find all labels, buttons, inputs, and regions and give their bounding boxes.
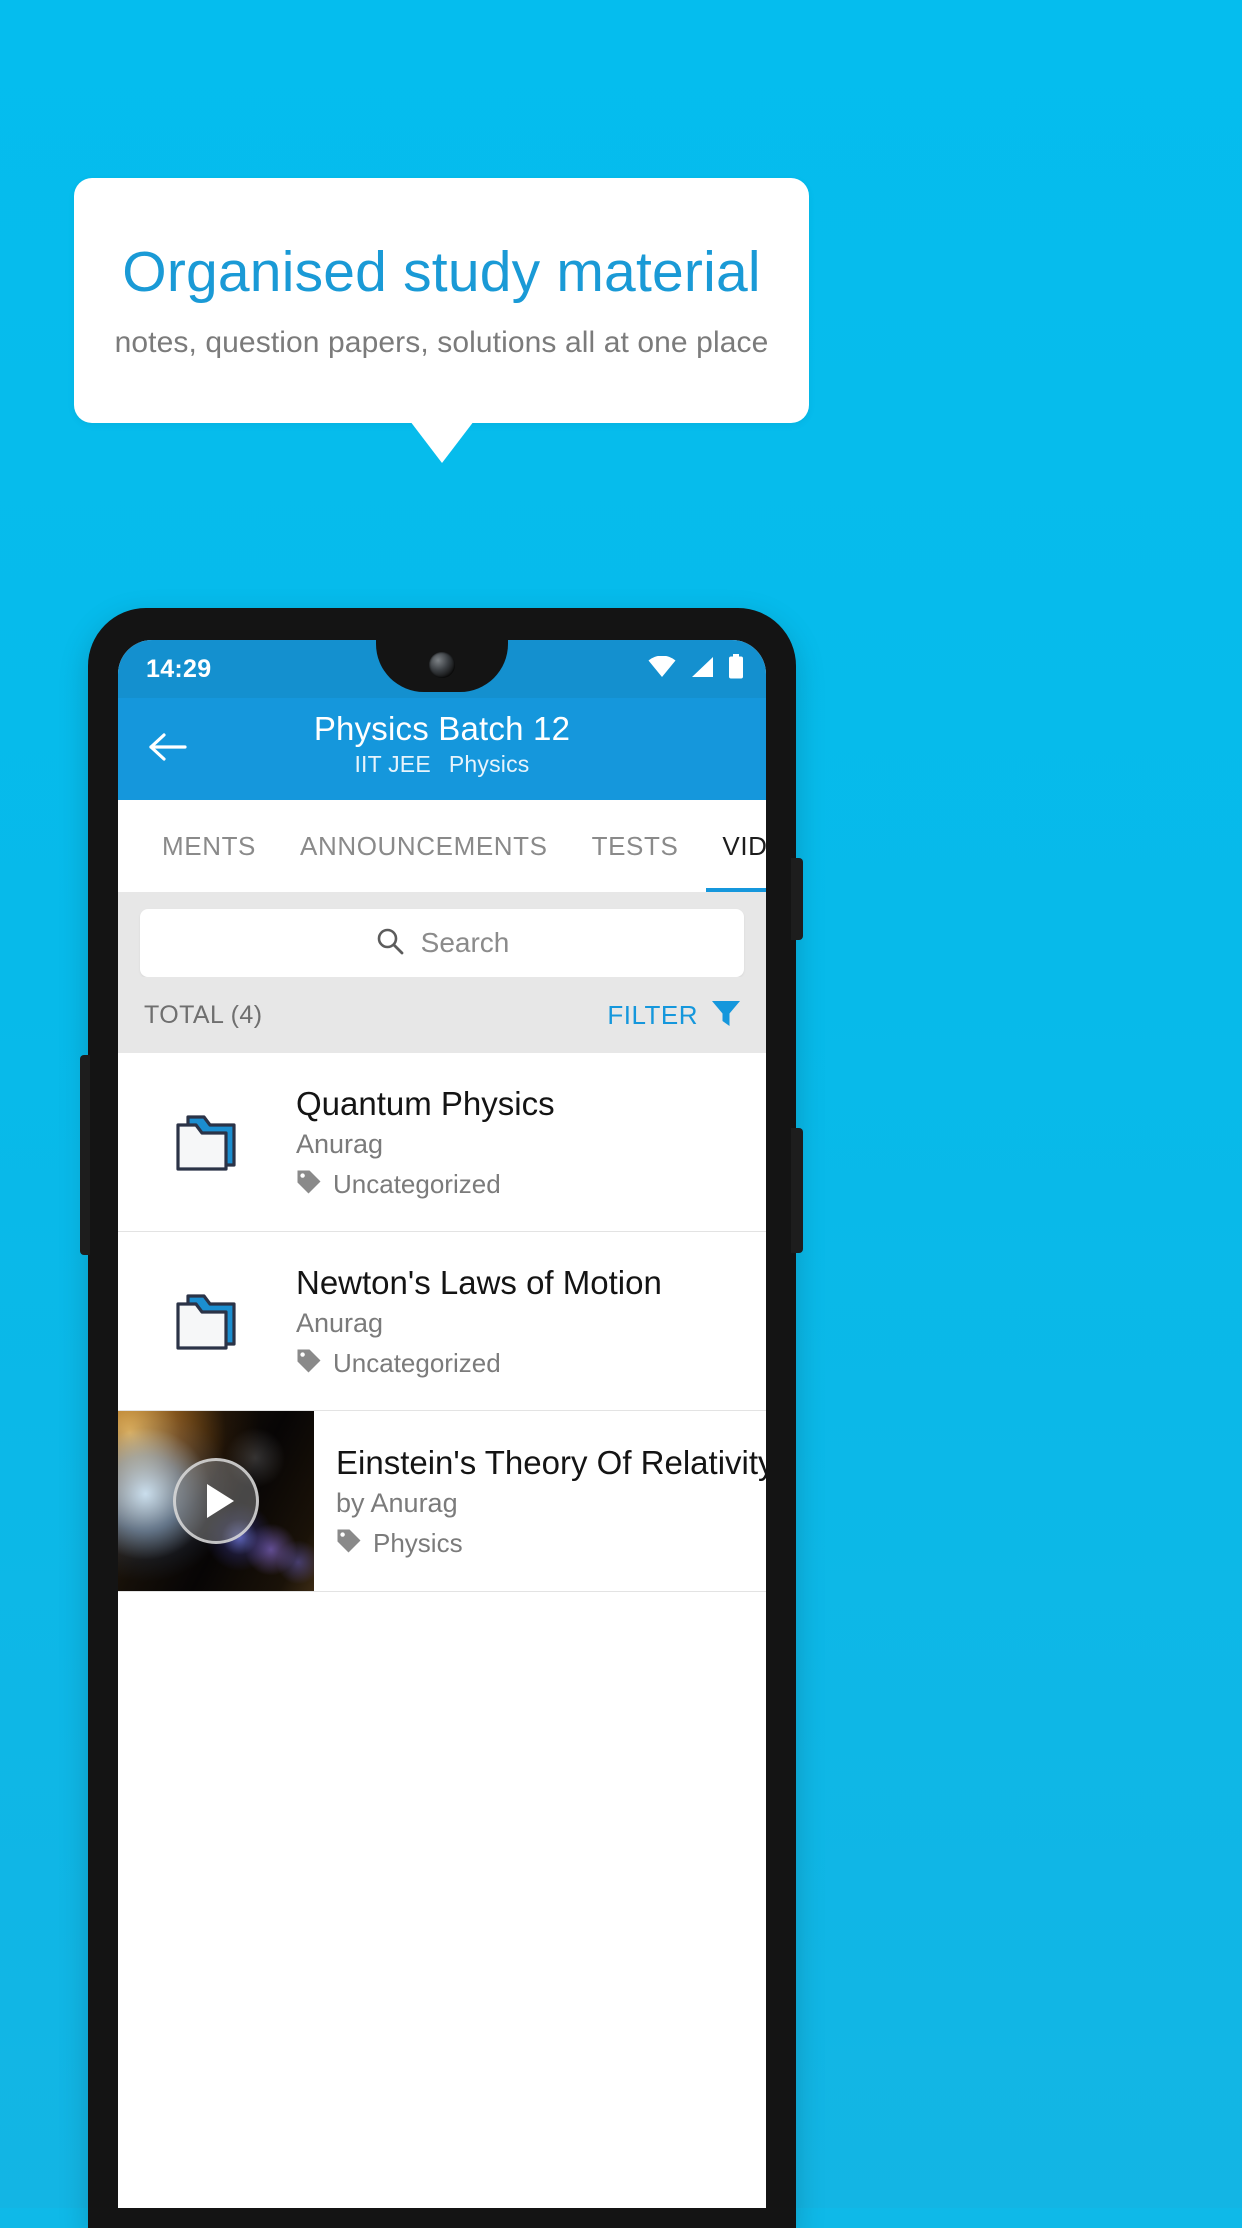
list-item-text: Einstein's Theory Of Relativity by Anura…	[314, 1411, 766, 1591]
status-bar-time: 14:29	[146, 654, 212, 683]
app-bar-titles: Physics Batch 12 IIT JEE Physics	[118, 708, 766, 778]
list-item-text: Newton's Laws of Motion Anurag Uncategor…	[296, 1263, 740, 1380]
search-input[interactable]: Search	[140, 909, 744, 977]
list-item[interactable]: Einstein's Theory Of Relativity by Anura…	[118, 1411, 766, 1592]
list-item-author: by Anurag	[336, 1488, 458, 1519]
list-item-author: Anurag	[296, 1129, 384, 1160]
play-icon[interactable]	[173, 1458, 259, 1544]
list-item[interactable]: Newton's Laws of Motion Anurag Uncategor…	[118, 1232, 766, 1411]
phone-notch	[376, 640, 508, 692]
folder-icon	[118, 1288, 296, 1354]
phone-volume-button	[80, 1055, 90, 1255]
video-thumbnail[interactable]	[118, 1411, 314, 1591]
list-item[interactable]: Quantum Physics Anurag Uncategorized	[118, 1053, 766, 1232]
promo-subtitle: notes, question papers, solutions all at…	[114, 325, 769, 359]
list-toolbar: TOTAL (4) FILTER	[118, 977, 766, 1053]
page-subtitle: IIT JEE Physics	[118, 751, 766, 778]
subtitle-course: IIT JEE	[354, 751, 431, 778]
tab-announcements[interactable]: ANNOUNCEMENTS	[278, 800, 570, 892]
page-title: Physics Batch 12	[313, 710, 571, 747]
app-bar: Physics Batch 12 IIT JEE Physics	[118, 698, 766, 800]
promo-card: Organised study material notes, question…	[74, 178, 809, 423]
list-item-title: Quantum Physics	[296, 1084, 555, 1122]
battery-icon	[728, 654, 744, 684]
phone-power-button	[791, 858, 803, 940]
filter-button[interactable]: FILTER	[607, 998, 742, 1033]
list-item-tag: Physics	[336, 1528, 766, 1559]
wifi-icon	[648, 655, 676, 683]
tag-icon	[296, 1348, 322, 1379]
tab-assignments[interactable]: MENTS	[140, 800, 278, 892]
list-item-author: Anurag	[296, 1308, 384, 1339]
subtitle-subject: Physics	[448, 751, 530, 778]
front-camera-icon	[429, 652, 455, 678]
list-item-tag-label: Uncategorized	[333, 1348, 501, 1379]
status-bar: 14:29	[118, 640, 766, 698]
tag-icon	[336, 1528, 362, 1559]
list-item-tag: Uncategorized	[296, 1169, 740, 1200]
tab-bar: MENTS ANNOUNCEMENTS TESTS VIDEOS	[118, 800, 766, 892]
promo-card-tail	[410, 421, 474, 463]
phone-side-button	[791, 1128, 803, 1253]
folder-icon	[118, 1109, 296, 1175]
list-item-text: Quantum Physics Anurag Uncategorized	[296, 1084, 740, 1201]
back-button[interactable]	[138, 720, 196, 778]
list-item-tag: Uncategorized	[296, 1348, 740, 1379]
total-count-label: TOTAL (4)	[144, 1000, 263, 1029]
filter-funnel-icon	[710, 998, 742, 1033]
signal-icon	[689, 656, 715, 683]
status-bar-icons	[648, 654, 744, 684]
tab-videos[interactable]: VIDEOS	[700, 800, 766, 892]
arrow-left-icon	[147, 731, 187, 768]
search-icon	[375, 926, 405, 961]
list-item-tag-label: Physics	[373, 1528, 463, 1559]
list-item-title: Einstein's Theory Of Relativity	[336, 1443, 766, 1481]
tag-icon	[296, 1169, 322, 1200]
promo-title: Organised study material	[122, 240, 761, 305]
search-placeholder: Search	[420, 927, 510, 958]
search-section: Search	[118, 892, 766, 977]
list-item-title: Newton's Laws of Motion	[296, 1263, 662, 1301]
list-item-tag-label: Uncategorized	[333, 1169, 501, 1200]
filter-label: FILTER	[607, 999, 698, 1030]
phone-screen: 14:29 Physics Batch 12 IIT JEE Physics M…	[118, 640, 766, 2208]
tab-tests[interactable]: TESTS	[570, 800, 701, 892]
content-list: Quantum Physics Anurag Uncategorized New…	[118, 1053, 766, 1592]
